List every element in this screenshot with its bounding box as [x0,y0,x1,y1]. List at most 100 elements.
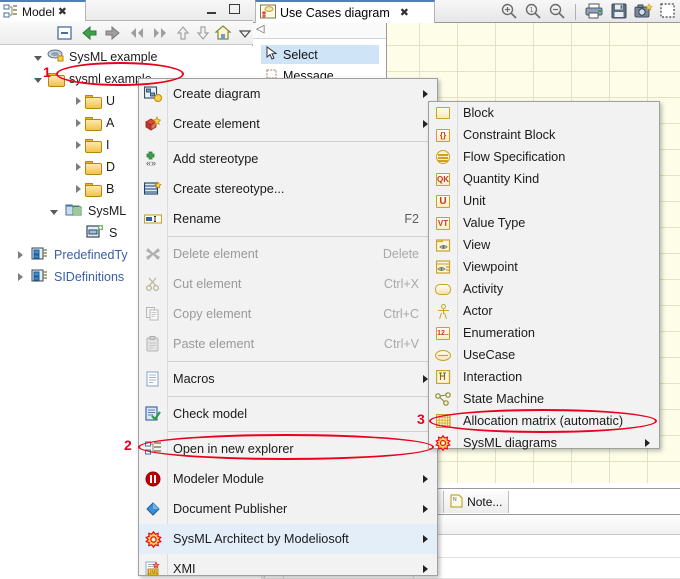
menu-item-xmi[interactable]: UML XMI [139,554,437,579]
tree-item-child[interactable]: B [76,178,114,199]
menu-item-document-publisher[interactable]: Document Publisher [139,494,437,524]
menu-item-label: Paste element [173,337,255,351]
menu-item-create-diagram[interactable]: Create diagram [139,79,437,109]
print-icon[interactable] [585,2,604,23]
tab-model-close-icon[interactable]: ✖ [58,5,67,18]
menu-item-label: Create stereotype... [173,182,285,196]
submenu-item-state-machine[interactable]: State Machine [429,388,659,410]
submenu-item-unit[interactable]: U Unit [429,190,659,212]
expander-open-icon[interactable] [34,55,42,61]
tree-item-sysml-example[interactable]: sysml example [34,68,152,89]
home-icon[interactable] [214,24,232,42]
submenu-item-quantity-kind[interactable]: QK Quantity Kind [429,168,659,190]
menu-item-label: Macros [173,372,215,386]
submenu-item-view[interactable]: View [429,234,659,256]
submenu-item-usecase[interactable]: UseCase [429,344,659,366]
save-icon[interactable] [610,2,628,23]
expander-closed-icon[interactable] [18,250,23,259]
tree-item-child[interactable]: U [76,90,115,111]
menu-chevron-icon[interactable] [236,24,254,42]
submenu-item-flow-specification[interactable]: Flow Specification [429,146,659,168]
maximize-button[interactable] [228,4,242,16]
tree-item-child[interactable]: D [76,156,115,177]
expander-closed-icon[interactable] [76,162,81,171]
menu-item-create-element[interactable]: Create element [139,109,437,139]
expander-closed-icon[interactable] [18,272,23,281]
prev-group-icon[interactable] [128,24,146,42]
model-tree-icon [3,4,19,19]
palette-collapse-icon[interactable]: ◁ [256,22,264,35]
submenu-item-constraint-block[interactable]: {} Constraint Block [429,124,659,146]
profile-folder-icon [65,202,83,219]
menu-item-modeler-module[interactable]: Modeler Module [139,464,437,494]
tree-item-child[interactable]: I [76,134,109,155]
select-region-icon[interactable] [659,2,677,23]
sysml-architect-icon [143,530,163,548]
expander-open-icon[interactable] [50,209,58,215]
submenu-item-viewpoint[interactable]: Viewpoint [429,256,659,278]
palette-header: ◁ [253,23,386,39]
submenu-item-enumeration[interactable]: 12.. Enumeration [429,322,659,344]
next-group-icon[interactable] [151,24,169,42]
menu-item-label: Document Publisher [173,502,288,516]
expander-closed-icon[interactable] [76,140,81,149]
menu-item-macros[interactable]: Macros [139,364,437,394]
tab-use-cases-diagram[interactable]: Use Cases diagram ✖ [255,0,435,23]
menu-item-open-in-new-explorer[interactable]: Open in new explorer [139,434,437,464]
menu-item-add-stereotype[interactable]: «» Add stereotype [139,144,437,174]
tab-use-cases-close-icon[interactable]: ✖ [400,6,409,19]
submenu-item-label: Viewpoint [463,260,518,274]
menu-item-accelerator: Ctrl+X [383,277,419,291]
submenu-item-sysml-diagrams[interactable]: SysML diagrams [429,432,659,454]
palette-item-select[interactable]: Select [261,45,379,64]
tab-model-label: Model [22,4,55,19]
tab-model[interactable]: Model ✖ [0,0,86,21]
submenu-item-value-type[interactable]: VT Value Type [429,212,659,234]
tree-item-child[interactable]: A [76,112,114,133]
submenu-item-label: Allocation matrix (automatic) [463,414,624,428]
sysml-diagrams-icon [434,435,452,451]
submenu-item-actor[interactable]: Actor [429,300,659,322]
tree-item-diagram[interactable]: S [86,222,117,243]
create-element-icon [143,115,163,133]
zoom-actual-icon[interactable]: 1 [524,2,542,23]
forward-arrow-icon[interactable] [104,24,122,42]
check-model-icon [143,405,163,423]
minimize-button[interactable] [205,4,219,16]
tree-item-root[interactable]: SysML example [34,46,157,67]
create-diagram-icon [143,85,163,103]
submenu-item-allocation-matrix[interactable]: Allocation matrix (automatic) [429,410,659,432]
quantity-kind-icon: QK [436,172,450,186]
up-arrow-icon[interactable] [174,24,192,42]
down-arrow-icon[interactable] [194,24,212,42]
expander-closed-icon[interactable] [76,184,81,193]
tree-item-si-definitions[interactable]: SIDefinitions [18,266,124,287]
submenu-item-interaction[interactable]: Interaction [429,366,659,388]
sysml-architect-submenu[interactable]: Block {} Constraint Block Flow Specifica… [428,101,660,451]
menu-item-check-model[interactable]: Check model [139,399,437,429]
zoom-out-icon[interactable] [548,2,566,23]
snapshot-icon[interactable] [634,2,653,23]
folder-icon [85,94,102,109]
palette-item-label: Select [283,47,318,62]
menu-item-create-stereotype[interactable]: Create stereotype... [139,174,437,204]
note-icon: N [450,494,463,511]
expander-open-icon[interactable] [34,77,42,83]
create-stereotype-icon [143,180,163,198]
tree-item-sysml-profile[interactable]: SysML [50,200,126,221]
context-menu[interactable]: Create diagram Create element «» Add ste… [138,78,438,576]
back-arrow-icon[interactable] [80,24,98,42]
tree-item-label: SIDefinitions [54,269,125,284]
menu-item-label: Create element [173,117,260,131]
menu-item-rename[interactable]: Rename F2 [139,204,437,234]
tab-note[interactable]: N Note... [444,491,510,513]
menu-separator [168,236,431,237]
collapse-all-icon[interactable] [56,24,74,42]
submenu-item-activity[interactable]: Activity [429,278,659,300]
zoom-in-icon[interactable] [500,2,518,23]
submenu-item-block[interactable]: Block [429,102,659,124]
tree-item-predefined-types[interactable]: PredefinedTy [18,244,128,265]
expander-closed-icon[interactable] [76,96,81,105]
menu-item-sysml-architect[interactable]: SysML Architect by Modeliosoft [139,524,437,554]
expander-closed-icon[interactable] [76,118,81,127]
